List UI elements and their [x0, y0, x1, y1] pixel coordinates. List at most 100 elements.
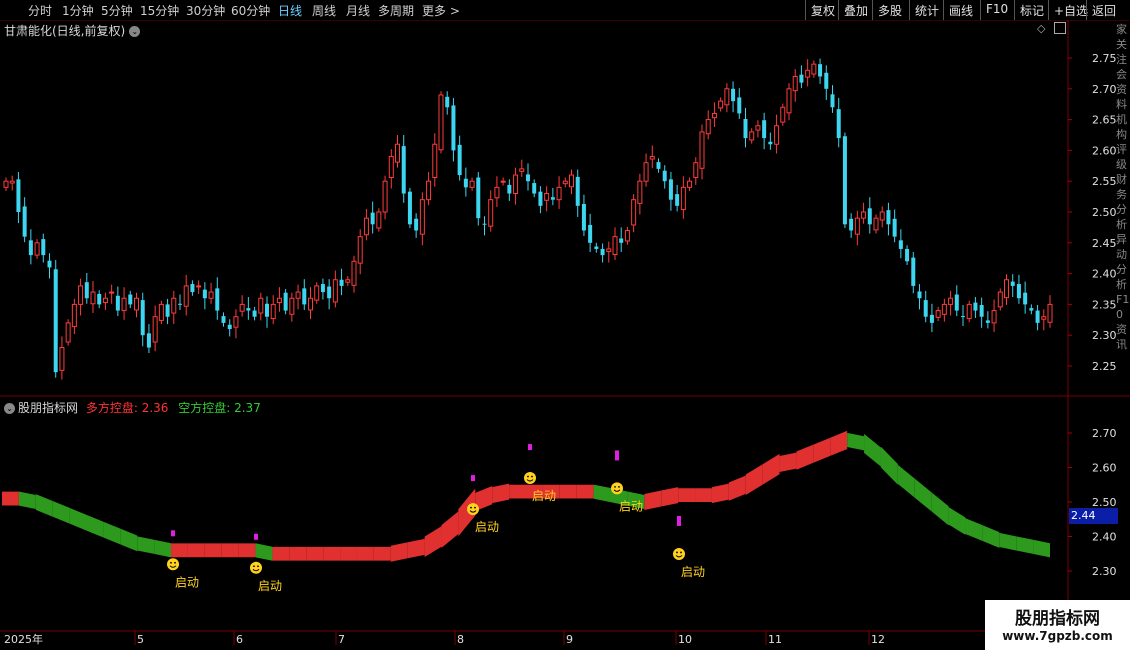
- candle: [718, 97, 724, 112]
- bear-band-segment: [1033, 539, 1050, 558]
- candle: [283, 289, 288, 315]
- candle-body: [923, 300, 928, 317]
- candle-body: [774, 125, 780, 145]
- candle-body: [556, 186, 562, 201]
- bull-band-segment: [390, 542, 408, 562]
- candle-body: [78, 285, 84, 305]
- candle: [482, 216, 487, 236]
- candle-body: [451, 105, 456, 151]
- candle: [1047, 295, 1053, 328]
- candle-body: [357, 236, 363, 264]
- candle-body: [140, 300, 145, 336]
- bull-band-segment: [221, 543, 239, 558]
- candle-body: [215, 288, 220, 311]
- candle: [1023, 281, 1028, 314]
- candle: [656, 158, 661, 173]
- candle-body: [332, 279, 338, 303]
- price-axis-label: 2.45: [1092, 237, 1117, 250]
- candle-body: [979, 305, 984, 317]
- candle: [818, 58, 823, 84]
- candle-body: [606, 248, 612, 252]
- price-axis-label: 2.60: [1092, 144, 1117, 157]
- bear-band-segment: [255, 543, 273, 561]
- candle: [9, 175, 15, 191]
- candle-body: [426, 180, 432, 201]
- candle-body: [762, 120, 767, 139]
- smiley-icon: [611, 482, 623, 495]
- date-axis-label: 11: [768, 633, 782, 646]
- bull-band-segment: [711, 483, 729, 504]
- candle: [227, 319, 232, 337]
- candle-body: [849, 218, 854, 231]
- bull-band-segment: [356, 546, 374, 561]
- candle-body: [935, 310, 941, 318]
- candle: [941, 298, 947, 322]
- smiley-eye: [614, 486, 616, 488]
- candle-body: [948, 297, 954, 305]
- date-axis-label: 7: [338, 633, 345, 646]
- watermark-url: www.7gpzb.com: [1002, 629, 1113, 643]
- candle: [78, 278, 84, 316]
- candle: [830, 85, 835, 113]
- candle: [668, 171, 673, 211]
- candle: [314, 282, 320, 304]
- signal-bar: [171, 530, 175, 537]
- price-axis-label: 2.70: [1092, 83, 1117, 96]
- candle-body: [656, 162, 661, 169]
- candle-body: [941, 303, 947, 315]
- bear-band-segment: [897, 464, 915, 498]
- candle-body: [737, 97, 742, 114]
- candle: [419, 192, 425, 246]
- candle: [246, 297, 251, 320]
- candle-body: [469, 180, 475, 188]
- candle: [1041, 309, 1047, 331]
- candle-body: [445, 96, 450, 108]
- candle-body: [544, 193, 550, 201]
- candle: [178, 294, 182, 310]
- candle: [849, 213, 854, 238]
- candle: [575, 169, 580, 217]
- candle-body: [538, 191, 543, 206]
- candle: [28, 229, 33, 265]
- candle: [786, 83, 792, 121]
- candle-body: [991, 310, 997, 324]
- candle-body: [824, 72, 829, 89]
- signal-label: 启动: [475, 520, 499, 534]
- candle: [152, 305, 158, 352]
- candle-body: [202, 289, 207, 299]
- candle-body: [276, 297, 282, 304]
- bear-band-segment: [35, 494, 53, 517]
- candle: [414, 213, 419, 238]
- candle-body: [208, 291, 214, 299]
- candle-body: [146, 333, 151, 348]
- smiley-eye: [676, 551, 678, 554]
- date-axis-label: 6: [236, 633, 243, 646]
- smiley-icon: [524, 472, 536, 485]
- signal-label: 启动: [532, 489, 556, 503]
- candle: [917, 284, 922, 310]
- kline-chart[interactable]: 2.75 2.70 2.65 2.60 2.55 2.50 2.45 2.40 2.35 2.30…: [0, 0, 1130, 650]
- sub-axis-label: 2.40: [1092, 531, 1117, 544]
- candle: [687, 177, 693, 192]
- bull-band-segment: [728, 475, 746, 501]
- candle: [637, 173, 643, 215]
- candle-body: [905, 248, 910, 262]
- price-axis-label: 2.40: [1092, 268, 1117, 281]
- smiley-eye: [470, 506, 472, 509]
- candle: [115, 286, 120, 317]
- candle: [811, 60, 817, 78]
- candle-body: [171, 297, 177, 314]
- side-tab-strip[interactable]: 家关注会资料机构评级财务分析异动分析F10资讯: [1116, 22, 1130, 622]
- bull-band-segment: [373, 546, 391, 561]
- current-value-badge: 2.44: [1069, 508, 1118, 524]
- candle-body: [997, 291, 1003, 308]
- candle: [339, 268, 344, 296]
- smiley-eye: [253, 565, 255, 568]
- candle: [295, 284, 301, 310]
- candle-body: [675, 194, 680, 206]
- candle: [215, 277, 220, 320]
- candle-body: [488, 199, 494, 227]
- candle: [65, 319, 71, 346]
- chevron-down-icon[interactable]: ⌄: [4, 403, 15, 414]
- candle: [693, 157, 699, 185]
